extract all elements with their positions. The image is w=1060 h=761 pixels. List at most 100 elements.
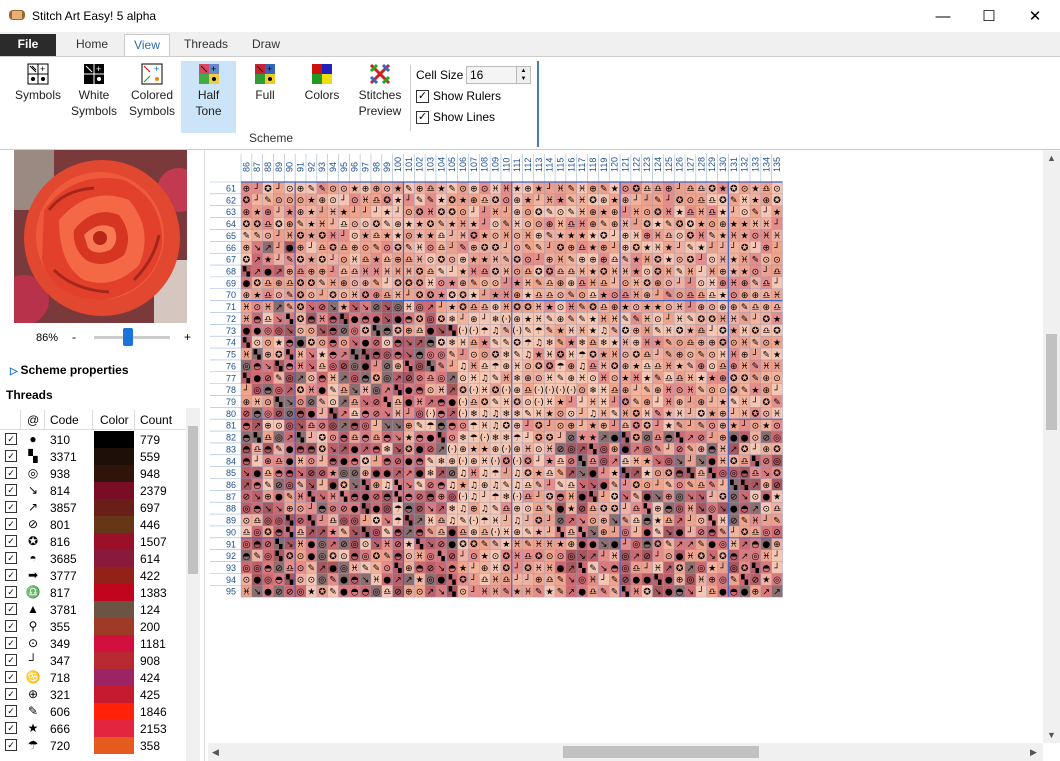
thread-row[interactable]: ✓ ◎ 938 948 [0,465,186,482]
thread-row[interactable]: ✓ ▚ 3371 559 [0,448,186,465]
stitch-symbol: ┘ [676,277,682,289]
stitch-symbol: ● [340,576,348,586]
thread-checkbox[interactable]: ✓ [5,484,17,496]
stitch-symbol: ✎ [286,303,294,313]
stitch-symbol: ⊙ [665,552,673,562]
vertical-scrollbar[interactable]: ▲ ▼ [1043,150,1060,743]
maximize-button[interactable]: ☐ [966,0,1012,32]
threads-scrollbar[interactable] [186,408,200,761]
minimize-button[interactable]: — [920,0,966,32]
thread-checkbox[interactable]: ✓ [5,569,17,581]
thread-row[interactable]: ✓ ➡ 3777 422 [0,567,186,584]
tab-file[interactable]: File [0,34,56,57]
thread-row[interactable]: ✓ ☂ 720 358 [0,737,186,754]
thread-row[interactable]: ✓ ⊕ 321 425 [0,686,186,703]
pattern-canvas[interactable]: 86 87 88 89 90 91 92 93 94 95 96 97 98 99 100 101 102 103… [208,150,1060,761]
checkbox-checked[interactable]: ✓ [416,110,429,124]
scroll-down-icon[interactable]: ▼ [1047,730,1056,740]
show-rulers-checkbox[interactable]: ✓ Show Rulers [416,89,501,103]
stitches-preview-button[interactable]: Stitches Preview [354,61,406,123]
zoom-out-button[interactable]: - [72,330,76,344]
thread-row[interactable]: ✓ ♎ 817 1383 [0,584,186,601]
thread-checkbox[interactable]: ✓ [5,603,17,615]
tab-threads[interactable]: Threads [176,34,236,57]
stitch-symbol: ✎ [524,528,532,538]
stitch-symbol: ✪ [264,184,272,194]
header-color[interactable]: Color [100,413,129,427]
thread-row[interactable]: ✓ ↗ 3857 697 [0,499,186,516]
thread-checkbox[interactable]: ✓ [5,518,17,530]
zoom-in-button[interactable]: + [184,330,191,344]
pattern-grid[interactable]: 86 87 88 89 90 91 92 93 94 95 96 97 98 99 100 101 102 103… [208,150,1060,743]
stitch-symbol: (·) [534,398,544,408]
thread-checkbox[interactable]: ✓ [5,586,17,598]
full-button[interactable]: + Full [242,61,288,123]
thread-checkbox[interactable]: ✓ [5,450,17,462]
half-tone-button[interactable]: + Half Tone [181,61,236,133]
stitch-symbol: ✪ [730,374,738,384]
header-symbol[interactable]: @ [27,413,39,427]
thread-row[interactable]: ✓ ⊙ 349 1181 [0,635,186,652]
thread-checkbox[interactable]: ✓ [5,705,17,717]
thread-checkbox[interactable]: ✓ [5,501,17,513]
thread-row[interactable]: ✓ ♋ 718 424 [0,669,186,686]
tab-home[interactable]: Home [64,34,120,57]
horizontal-scrollbar[interactable]: ◀ ▶ [208,743,1043,761]
thread-row[interactable]: ✓ ◓ 3685 614 [0,550,186,567]
stitch-symbol: ✎ [275,374,283,384]
zoom-slider-thumb[interactable] [123,328,133,346]
colors-button[interactable]: Colors [299,61,345,123]
scrollbar-thumb[interactable] [188,426,198,574]
show-lines-checkbox[interactable]: ✓ Show Lines [416,110,495,124]
thread-checkbox[interactable]: ✓ [5,671,17,683]
stitch-symbol: ◓ [372,445,380,455]
thread-checkbox[interactable]: ✓ [5,654,17,666]
thread-checkbox[interactable]: ✓ [5,637,17,649]
stitch-symbol: ⊕ [719,410,727,420]
thread-checkbox[interactable]: ✓ [5,433,17,445]
thread-row[interactable]: ✓ ✪ 816 1507 [0,533,186,550]
thread-row[interactable]: ✓ ┘ 347 908 [0,652,186,669]
thread-checkbox[interactable]: ✓ [5,688,17,700]
thread-checkbox[interactable]: ✓ [5,535,17,547]
thread-row[interactable]: ✓ ⊘ 801 446 [0,516,186,533]
stitch-symbol: ┘ [254,182,260,194]
vertical-scrollbar-thumb[interactable] [1046,334,1057,430]
thread-checkbox[interactable]: ✓ [5,722,17,734]
cell-size-spinner[interactable]: ▲ ▼ [516,66,531,84]
scheme-properties-expander[interactable]: ▷ Scheme properties [10,363,129,377]
stitch-symbol: ┘ [524,431,530,443]
stitch-symbol: ✪ [687,220,695,230]
checkbox-checked[interactable]: ✓ [416,89,429,103]
scroll-right-icon[interactable]: ▶ [1030,747,1037,758]
colored-symbols-button[interactable]: + Colored Symbols [126,61,178,123]
stitch-symbol: ┘ [719,562,725,574]
thread-row[interactable]: ✓ ▲ 3781 124 [0,601,186,618]
scroll-left-icon[interactable]: ◀ [212,747,219,758]
symbols-button[interactable]: + Symbols [12,61,64,123]
header-count[interactable]: Count [140,413,172,427]
close-button[interactable]: ✕ [1012,0,1058,32]
thread-checkbox[interactable]: ✓ [5,467,17,479]
horizontal-scrollbar-thumb[interactable] [563,746,759,758]
white-symbols-button[interactable]: + White Symbols [68,61,120,123]
thread-row[interactable]: ✓ ● 310 779 [0,431,186,448]
tab-view[interactable]: View [124,34,170,58]
stitch-symbol: ⊙ [427,244,435,254]
thread-checkbox[interactable]: ✓ [5,552,17,564]
stitch-symbol: ✎ [243,232,251,242]
thread-checkbox[interactable]: ✓ [5,620,17,632]
thread-row[interactable]: ✓ ↘ 814 2379 [0,482,186,499]
header-code[interactable]: Code [50,413,79,427]
thread-row[interactable]: ✓ ✎ 606 1846 [0,703,186,720]
thread-row[interactable]: ✓ ⚲ 355 200 [0,618,186,635]
stitch-symbol: ♓ [502,398,510,408]
stitch-symbol: ♎ [567,267,575,277]
tab-draw[interactable]: Draw [240,34,292,57]
thread-checkbox[interactable]: ✓ [5,739,17,751]
stitch-symbol: ✎ [557,576,565,586]
scroll-up-icon[interactable]: ▲ [1047,153,1056,163]
cell-size-input[interactable] [466,66,518,84]
thread-row[interactable]: ✓ ★ 666 2153 [0,720,186,737]
stitch-symbol: ✪ [546,267,554,277]
